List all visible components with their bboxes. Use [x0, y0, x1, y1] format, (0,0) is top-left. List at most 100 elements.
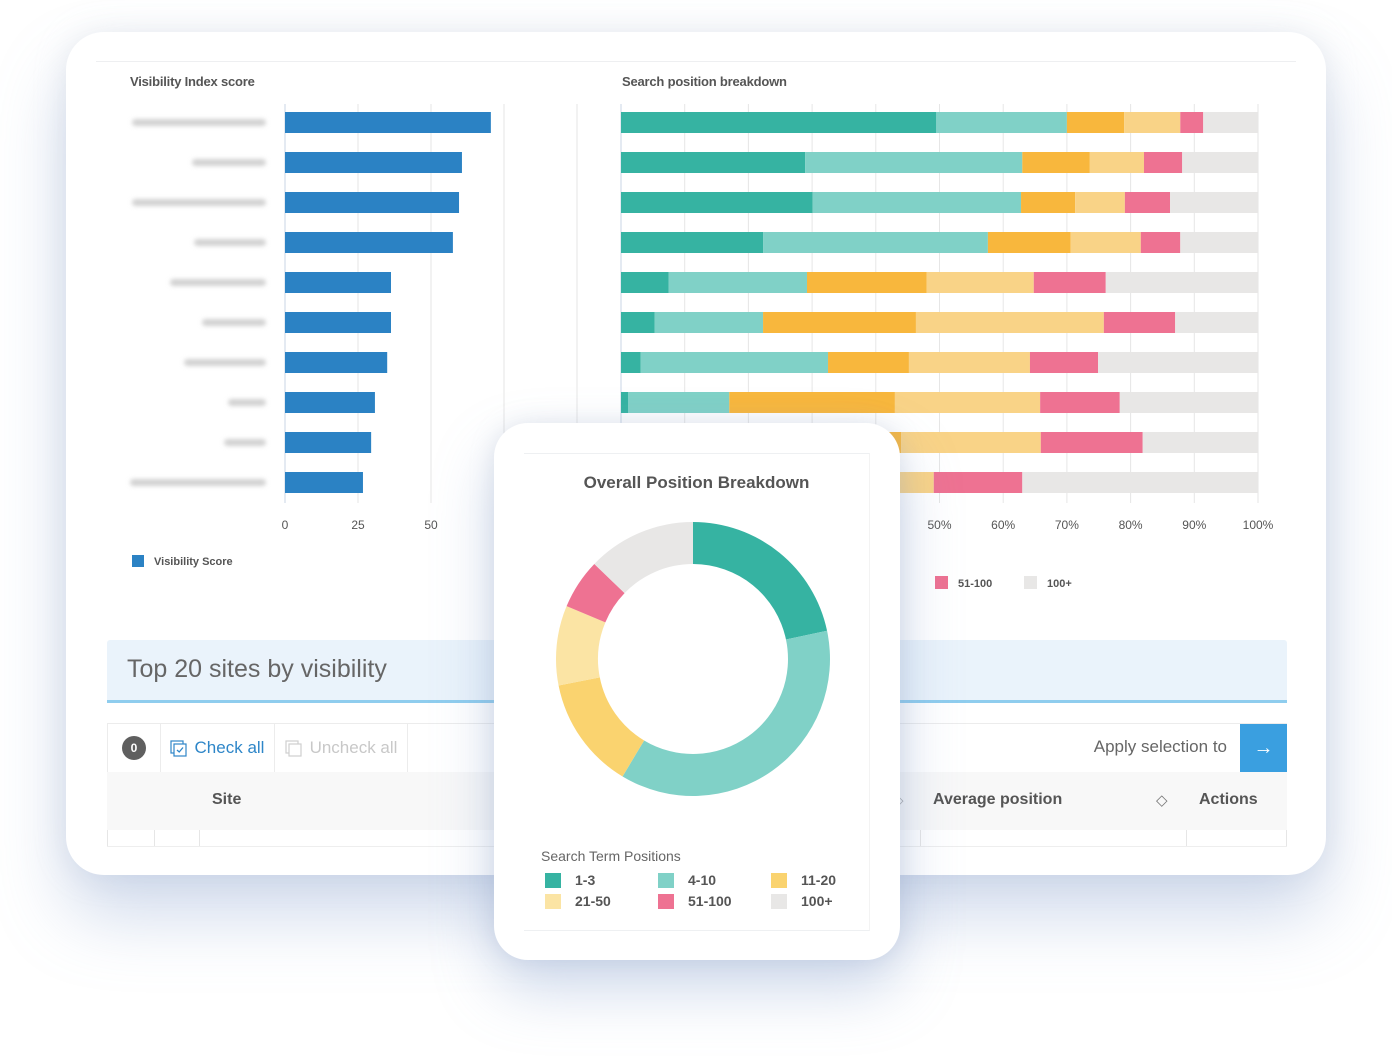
donut-legend-item: 100+	[771, 893, 833, 909]
column-header-actions: Actions	[1199, 791, 1258, 808]
position-segment-21-50	[894, 392, 1041, 413]
uncheck-all-label: Uncheck all	[309, 738, 398, 757]
position-segment-11-20	[1021, 192, 1076, 213]
position-segment-51-100	[933, 472, 1023, 493]
donut-legend-item: 4-10	[658, 872, 716, 888]
position-segment-100+	[1175, 312, 1258, 333]
position-segment-21-50	[1075, 192, 1125, 213]
legend-label: 100+	[1047, 578, 1072, 590]
selected-count-badge: 0	[122, 736, 146, 760]
donut-legend-item: 51-100	[658, 893, 732, 909]
check-all-cell: Check all	[160, 724, 275, 772]
position-segment-100+	[1022, 472, 1258, 493]
uncheck-all-cell: Uncheck all	[275, 724, 408, 772]
overall-position-card: Overall Position Breakdown Search Term P…	[494, 423, 900, 960]
position-segment-1-3	[621, 272, 669, 293]
position-segment-11-20	[1022, 152, 1090, 173]
position-segment-4-10	[936, 112, 1067, 133]
section-title: Top 20 sites by visibility	[127, 655, 387, 683]
apply-selection-button[interactable]: →	[1240, 724, 1287, 772]
apply-selection-label: Apply selection to	[1093, 737, 1227, 756]
selected-count-cell: 0	[107, 724, 161, 772]
position-segment-1-3	[621, 152, 806, 173]
donut-legend-title: Search Term Positions	[541, 848, 681, 864]
position-segment-1-3	[621, 312, 655, 333]
legend-swatch	[545, 893, 561, 909]
x-tick-label: 80%	[1119, 518, 1143, 532]
position-segment-4-10	[628, 392, 730, 413]
position-donut-chart	[556, 522, 830, 796]
position-segment-100+	[1142, 432, 1258, 453]
legend-swatch	[771, 872, 787, 888]
position-segment-1-3	[621, 392, 629, 413]
position-segment-51-100	[1029, 352, 1099, 373]
column-header-average-position[interactable]: Average position	[933, 791, 1062, 809]
position-segment-21-50	[915, 312, 1104, 333]
legend-swatch	[935, 576, 948, 589]
check-all-icon	[169, 739, 187, 757]
sort-icon[interactable]: ◇	[1156, 791, 1168, 809]
position-segment-100+	[1182, 152, 1258, 173]
position-segment-51-100	[1103, 312, 1176, 333]
position-segment-51-100	[1140, 232, 1181, 253]
position-segment-51-100	[1040, 392, 1120, 413]
position-segment-21-50	[1089, 152, 1144, 173]
uncheck-all-icon	[284, 739, 302, 757]
position-segment-11-20	[807, 272, 927, 293]
position-segment-1-3	[621, 232, 764, 253]
donut-panel: Overall Position Breakdown Search Term P…	[524, 453, 870, 931]
legend-label: 21-50	[575, 893, 611, 909]
position-segment-100+	[1203, 112, 1258, 133]
position-segment-11-20	[987, 232, 1071, 253]
donut-legend-item: 11-20	[771, 872, 836, 888]
legend-label: 51-100	[688, 893, 732, 909]
position-segment-1-3	[621, 112, 937, 133]
legend-label: 11-20	[801, 872, 837, 888]
legend-swatch	[658, 872, 674, 888]
arrow-right-icon: →	[1253, 736, 1274, 759]
legend-swatch	[771, 893, 787, 909]
position-segment-100+	[1105, 272, 1258, 293]
check-all-button[interactable]: Check all	[169, 738, 265, 758]
legend-label: 1-3	[575, 872, 596, 888]
position-segment-4-10	[640, 352, 829, 373]
position-segment-51-100	[1040, 432, 1143, 453]
legend-label: 4-10	[688, 872, 717, 888]
position-segment-1-3	[621, 352, 641, 373]
position-segment-51-100	[1033, 272, 1106, 293]
x-tick-label: 70%	[1055, 518, 1079, 532]
donut-slice-1-3	[693, 522, 828, 640]
legend-swatch	[1024, 576, 1037, 589]
donut-legend-item: 1-3	[545, 872, 595, 888]
position-segment-51-100	[1143, 152, 1183, 173]
x-tick-label: 100%	[1243, 518, 1274, 532]
position-segment-21-50	[1124, 112, 1181, 133]
position-segment-100+	[1180, 232, 1258, 253]
donut-legend-item: 21-50	[545, 893, 611, 909]
uncheck-all-button[interactable]: Uncheck all	[284, 738, 398, 758]
x-tick-label: 90%	[1182, 518, 1206, 532]
position-segment-4-10	[668, 272, 808, 293]
position-segment-21-50	[926, 272, 1034, 293]
position-segment-51-100	[1180, 112, 1204, 133]
column-header-site[interactable]: Site	[212, 791, 241, 809]
legend-label: 51-100	[958, 578, 992, 590]
position-segment-21-50	[1070, 232, 1141, 253]
x-tick-label: 50%	[927, 518, 951, 532]
legend-swatch	[658, 893, 674, 909]
legend-swatch	[545, 872, 561, 888]
position-segment-100+	[1170, 192, 1258, 213]
position-segment-4-10	[654, 312, 764, 333]
check-all-label: Check all	[194, 738, 265, 757]
position-segment-21-50	[901, 432, 1041, 453]
position-segment-100+	[1098, 352, 1258, 373]
position-segment-21-50	[908, 352, 1030, 373]
position-segment-11-20	[828, 352, 909, 373]
position-segment-4-10	[805, 152, 1023, 173]
position-segment-100+	[1119, 392, 1258, 413]
donut-slice-11-20	[558, 677, 645, 777]
position-segment-1-3	[621, 192, 813, 213]
position-segment-11-20	[763, 312, 916, 333]
position-segment-11-20	[729, 392, 895, 413]
donut-slice-4-10	[622, 630, 830, 796]
